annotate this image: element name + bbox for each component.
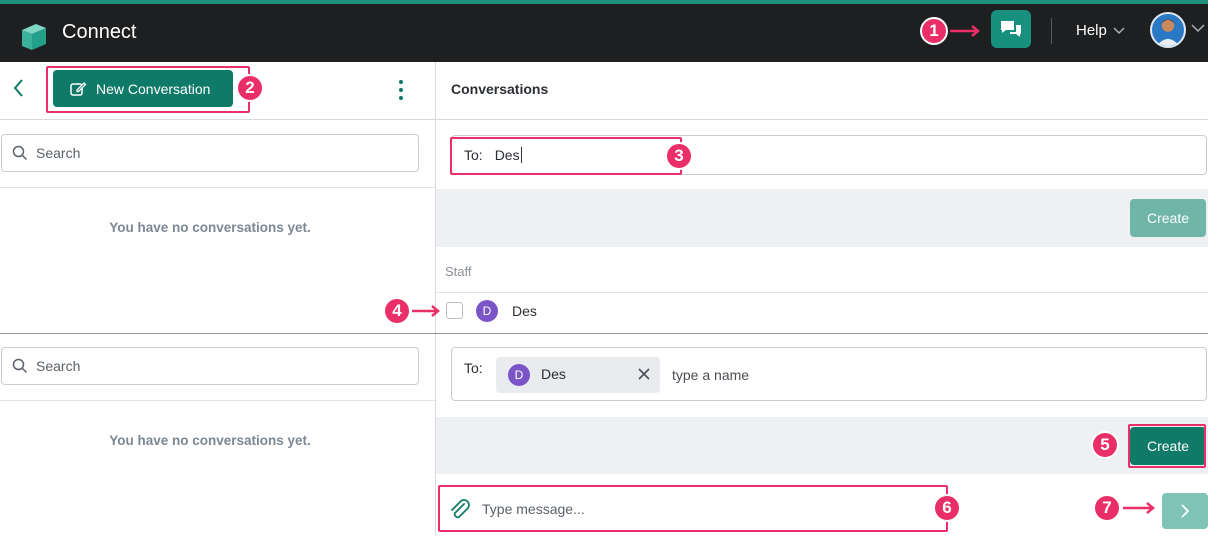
callout-badge-3: 3 (665, 142, 693, 170)
callout-badge-1: 1 (920, 17, 948, 45)
arrow-right-icon (1123, 502, 1155, 514)
back-chevron-icon[interactable] (12, 78, 24, 98)
section-separator (0, 333, 1208, 334)
chat-button[interactable] (991, 10, 1031, 48)
person-icon (1156, 19, 1180, 46)
empty-state-text: You have no conversations yet. (109, 433, 311, 448)
staff-avatar: D (476, 300, 498, 322)
highlight-box-2 (46, 66, 250, 113)
search-placeholder: Search (36, 358, 81, 374)
callout-badge-2: 2 (236, 74, 264, 102)
divider (0, 187, 435, 188)
user-avatar[interactable] (1150, 12, 1186, 48)
create-bar (436, 189, 1208, 247)
conversations-header (436, 62, 1208, 120)
divider (436, 292, 1208, 293)
search-icon (12, 358, 28, 374)
help-label: Help (1076, 22, 1107, 39)
app-title: Connect (62, 21, 137, 43)
name-input-placeholder[interactable]: type a name (672, 367, 749, 383)
chip-name: Des (541, 366, 566, 382)
send-button[interactable] (1162, 493, 1208, 529)
search-input[interactable]: Search (1, 347, 419, 385)
callout-badge-4: 4 (383, 297, 411, 325)
chip-avatar: D (508, 364, 530, 386)
send-chevron-icon (1181, 504, 1190, 518)
divider (0, 400, 435, 401)
highlight-box-6 (438, 485, 948, 532)
highlight-box-5 (1128, 424, 1206, 468)
conversations-title: Conversations (451, 81, 549, 97)
search-input[interactable]: Search (1, 134, 419, 172)
chevron-down-icon (1113, 26, 1125, 34)
arrow-right-icon (950, 25, 980, 37)
staff-name[interactable]: Des (512, 303, 537, 319)
search-placeholder: Search (36, 145, 81, 161)
callout-badge-7: 7 (1093, 494, 1121, 522)
highlight-box-3 (450, 137, 682, 175)
chevron-down-icon[interactable] (1191, 24, 1205, 33)
topbar-divider (1051, 18, 1052, 44)
search-icon (12, 145, 28, 161)
arrow-right-icon (412, 305, 440, 317)
callout-badge-6: 6 (933, 494, 961, 522)
callout-badge-5: 5 (1091, 431, 1119, 459)
chat-bubbles-icon (1001, 21, 1021, 37)
create-button[interactable]: Create (1130, 199, 1206, 237)
close-icon[interactable] (638, 368, 650, 380)
empty-state-text: You have no conversations yet. (109, 220, 311, 235)
logo-icon (22, 24, 46, 50)
to-label: To: (464, 360, 483, 376)
help-menu[interactable]: Help (1076, 22, 1125, 39)
staff-checkbox[interactable] (446, 302, 463, 319)
staff-section-label: Staff (445, 264, 472, 279)
more-vertical-icon[interactable] (396, 80, 406, 100)
